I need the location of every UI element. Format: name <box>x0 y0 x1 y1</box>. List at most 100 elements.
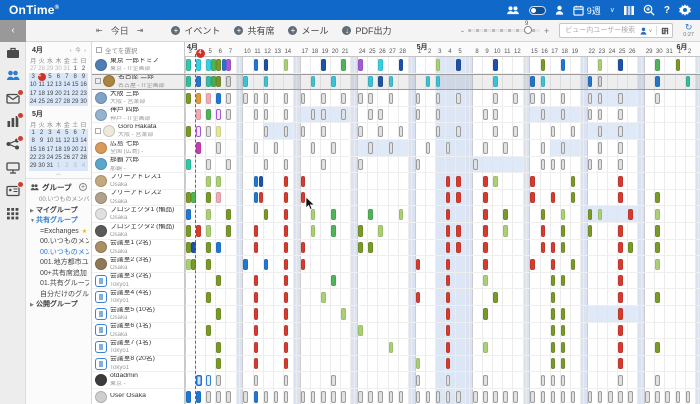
event-bar[interactable] <box>561 59 566 70</box>
zoom-handle[interactable] <box>524 26 532 34</box>
layout-columns-icon[interactable] <box>624 6 634 15</box>
calendar-day[interactable]: 30 <box>54 64 62 72</box>
add-group-button[interactable]: + <box>79 183 87 191</box>
calendar-day[interactable]: 17 <box>29 90 37 98</box>
person-filter-icon[interactable] <box>640 27 647 35</box>
event-bar[interactable] <box>513 391 518 402</box>
calendar-day[interactable]: 1 <box>71 64 79 72</box>
event-bar[interactable] <box>541 375 546 386</box>
user-row[interactable]: 会議室3 (2名)Tokyo1 <box>92 273 184 290</box>
user-row[interactable]: 会議室7 (1名)Tokyo1 <box>92 339 184 356</box>
event-bar[interactable] <box>311 391 316 402</box>
event-bar[interactable] <box>341 391 346 402</box>
event-bar[interactable] <box>311 142 316 153</box>
calendar-day[interactable]: 20 <box>71 146 79 154</box>
event-bar[interactable] <box>206 325 211 336</box>
next-period-button[interactable]: ⇥ <box>137 26 144 35</box>
calendar-day[interactable]: 14 <box>79 137 87 145</box>
event-bar[interactable] <box>618 142 623 153</box>
event-bar[interactable] <box>618 159 623 170</box>
event-bar[interactable] <box>426 76 431 87</box>
help-icon[interactable]: ? <box>664 5 670 16</box>
event-bar[interactable] <box>588 225 593 236</box>
event-bar[interactable] <box>416 259 421 270</box>
zoom-plus[interactable]: + <box>544 26 549 36</box>
group-item-01.共有グループ (osd作...[interactable]: 01.共有グループ (osd作... <box>30 279 89 290</box>
event-bar[interactable] <box>284 259 289 270</box>
event-bar[interactable] <box>216 126 221 137</box>
event-bar[interactable] <box>426 391 431 402</box>
event-bar[interactable] <box>284 109 289 120</box>
desk-icon[interactable] <box>6 161 20 174</box>
event-bar[interactable] <box>243 259 248 270</box>
event-bar[interactable] <box>358 126 363 137</box>
timeline-row[interactable] <box>185 389 700 404</box>
allday-band-event[interactable] <box>587 90 638 106</box>
event-bar[interactable] <box>216 242 221 253</box>
calendar-day[interactable]: 1 <box>29 129 37 137</box>
event-bar[interactable] <box>416 159 421 170</box>
event-bar[interactable] <box>206 292 211 303</box>
event-bar[interactable] <box>561 109 566 120</box>
event-bar[interactable] <box>551 391 556 402</box>
event-bar[interactable] <box>274 142 279 153</box>
event-bar[interactable] <box>358 225 363 236</box>
event-bar[interactable] <box>541 142 546 153</box>
event-bar[interactable] <box>416 375 421 386</box>
event-bar[interactable] <box>196 59 201 70</box>
calendar-day[interactable]: 27 <box>29 64 37 72</box>
event-bar[interactable] <box>571 126 576 137</box>
event-bar[interactable] <box>446 275 451 286</box>
event-bar[interactable] <box>284 242 289 253</box>
event-bar[interactable] <box>655 76 660 87</box>
event-bar[interactable] <box>436 126 441 137</box>
event-bar[interactable] <box>206 259 211 270</box>
event-bar[interactable] <box>618 375 623 386</box>
user-row[interactable]: 大阪 三郎大阪 - 営業部 <box>92 90 184 107</box>
calendar-day[interactable]: 15 <box>71 81 79 89</box>
zoom-search-icon[interactable] <box>643 4 655 16</box>
event-bar[interactable] <box>284 93 289 104</box>
calendar-day[interactable]: 2 <box>63 162 71 170</box>
event-bar[interactable] <box>493 391 498 402</box>
event-bar[interactable] <box>216 93 221 104</box>
event-bar[interactable] <box>321 159 326 170</box>
calendar-day[interactable]: 3 <box>29 73 37 81</box>
event-bar[interactable] <box>446 342 451 353</box>
event-bar[interactable] <box>645 391 650 402</box>
event-bar[interactable] <box>561 93 566 104</box>
timeline-row[interactable] <box>185 157 700 174</box>
event-bar[interactable] <box>446 259 451 270</box>
calendar-fold-icon[interactable]: ︿ <box>26 171 91 178</box>
calendar-day[interactable]: 30 <box>79 98 87 106</box>
calendar-day[interactable]: 4 <box>54 129 62 137</box>
user-row[interactable]: 東京 一郎ドミノ東京 - IT企画部 <box>92 57 184 74</box>
event-bar[interactable] <box>446 358 451 369</box>
calendar-day[interactable]: 30 <box>37 162 45 170</box>
timeline-row[interactable] <box>185 57 700 74</box>
event-bar[interactable] <box>399 391 404 402</box>
event-bar[interactable] <box>483 192 488 203</box>
event-bar[interactable] <box>216 76 221 87</box>
event-bar[interactable] <box>541 109 546 120</box>
event-bar[interactable] <box>561 275 566 286</box>
gear-icon[interactable] <box>679 4 691 16</box>
event-bar[interactable] <box>186 391 191 402</box>
timeline-row[interactable] <box>185 289 700 306</box>
event-bar[interactable] <box>358 391 363 402</box>
event-bar[interactable] <box>503 209 508 220</box>
event-bar[interactable] <box>416 292 421 303</box>
event-bar[interactable] <box>598 159 603 170</box>
calendar-day[interactable]: 2 <box>37 129 45 137</box>
event-bar[interactable] <box>264 76 269 87</box>
event-bar[interactable] <box>264 109 269 120</box>
event-bar[interactable] <box>456 126 461 137</box>
event-bar[interactable] <box>530 176 535 187</box>
event-bar[interactable] <box>226 76 231 87</box>
view-toggle[interactable] <box>529 6 546 15</box>
event-bar[interactable] <box>341 308 346 319</box>
event-bar[interactable] <box>378 109 383 120</box>
calendar-day[interactable]: 23 <box>79 90 87 98</box>
event-bar[interactable] <box>264 93 269 104</box>
event-bar[interactable] <box>254 391 259 402</box>
